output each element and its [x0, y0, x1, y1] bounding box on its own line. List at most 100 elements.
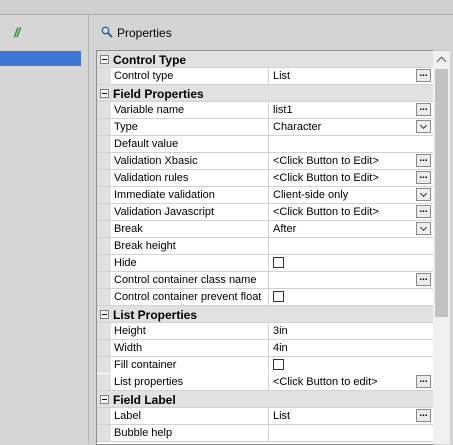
- collapse-toggle-icon[interactable]: [100, 395, 109, 404]
- property-row-height[interactable]: Height 3in: [97, 323, 433, 340]
- row-gutter: [97, 102, 111, 118]
- property-row-default-value[interactable]: Default value: [97, 136, 433, 153]
- row-gutter: [97, 153, 111, 169]
- property-row-label[interactable]: Label List...: [97, 408, 433, 425]
- property-value[interactable]: List: [269, 408, 433, 424]
- property-name: Height: [111, 323, 269, 339]
- row-gutter: [97, 425, 111, 441]
- category-label: Field Properties: [113, 87, 204, 101]
- property-row-hide[interactable]: Hide: [97, 255, 433, 272]
- row-gutter: [97, 68, 111, 84]
- collapse-toggle-icon[interactable]: [100, 310, 109, 319]
- scroll-up-arrow-icon[interactable]: [433, 51, 450, 67]
- property-row-fill-container[interactable]: Fill container: [97, 357, 433, 374]
- vertical-scrollbar[interactable]: [433, 50, 450, 444]
- property-value[interactable]: [269, 357, 433, 373]
- property-value[interactable]: Client-side only: [269, 187, 433, 203]
- row-gutter: [97, 340, 111, 356]
- property-name: Validation Xbasic: [111, 153, 269, 169]
- checkbox[interactable]: [273, 291, 284, 302]
- scrollbar-thumb[interactable]: [435, 69, 448, 317]
- property-value[interactable]: <Click Button to Edit>: [269, 204, 433, 220]
- property-name: Type: [111, 119, 269, 135]
- ellipsis-button-icon[interactable]: ...: [416, 171, 431, 184]
- category-control-type[interactable]: Control Type: [97, 51, 433, 68]
- properties-title: Properties: [117, 26, 172, 40]
- property-value[interactable]: list1: [269, 102, 433, 118]
- property-value[interactable]: Character: [269, 119, 433, 135]
- left-panel: //: [0, 15, 89, 443]
- category-field-label[interactable]: Field Label: [97, 391, 433, 408]
- property-value[interactable]: [269, 238, 433, 254]
- property-row-validation-xbasic[interactable]: Validation Xbasic <Click Button to Edit>.…: [97, 153, 433, 170]
- property-row-control-type[interactable]: Control type List...: [97, 68, 433, 85]
- collapse-toggle-icon[interactable]: [100, 89, 109, 98]
- property-row-list-properties[interactable]: List properties <Click Button to edit>...: [97, 373, 433, 392]
- ellipsis-button-icon[interactable]: ...: [416, 154, 431, 167]
- row-gutter: [97, 187, 111, 203]
- row-gutter: [97, 255, 111, 271]
- property-row-control-container-prevent-float[interactable]: Control container prevent float: [97, 289, 433, 306]
- category-field-properties[interactable]: Field Properties: [97, 85, 433, 102]
- property-value[interactable]: <Click Button to Edit>: [269, 170, 433, 186]
- property-value[interactable]: 3in: [269, 323, 433, 339]
- property-row-validation-javascript[interactable]: Validation Javascript <Click Button to Ed…: [97, 204, 433, 221]
- property-name: Bubble help: [111, 425, 269, 441]
- property-value[interactable]: [269, 255, 433, 271]
- collapse-toggle-icon[interactable]: [100, 55, 109, 64]
- property-name: Label: [111, 408, 269, 424]
- property-value[interactable]: [269, 425, 433, 441]
- property-row-variable-name[interactable]: Variable name list1...: [97, 102, 433, 119]
- properties-panel: Properties Control Type Control type List.…: [90, 15, 453, 445]
- selected-list-item[interactable]: [0, 51, 81, 66]
- property-name: Break: [111, 221, 269, 237]
- property-name: Break height: [111, 238, 269, 254]
- property-row-validation-rules[interactable]: Validation rules <Click Button to Edit>..…: [97, 170, 433, 187]
- property-value[interactable]: [269, 136, 433, 152]
- magnifier-icon: [101, 26, 113, 38]
- ellipsis-button-icon[interactable]: ...: [416, 375, 431, 388]
- property-row-break[interactable]: Break After: [97, 221, 433, 238]
- row-gutter: [97, 272, 111, 288]
- property-row-control-container-class-name[interactable]: Control container class name...: [97, 272, 433, 289]
- row-gutter: [97, 238, 111, 254]
- property-name: Width: [111, 340, 269, 356]
- row-gutter: [97, 119, 111, 135]
- category-label: Control Type: [113, 53, 187, 67]
- property-value[interactable]: [269, 289, 433, 305]
- property-row-width[interactable]: Width 4in: [97, 340, 433, 357]
- property-value[interactable]: After: [269, 221, 433, 237]
- property-name: List properties: [111, 374, 269, 390]
- row-gutter: [97, 408, 111, 424]
- category-label: List Properties: [113, 308, 198, 322]
- property-value[interactable]: 4in: [269, 340, 433, 356]
- property-value[interactable]: List: [269, 68, 433, 84]
- property-row-type[interactable]: Type Character: [97, 119, 433, 136]
- ellipsis-button-icon[interactable]: ...: [416, 103, 431, 116]
- dropdown-chevron-icon[interactable]: [416, 188, 431, 201]
- property-value[interactable]: <Click Button to Edit>: [269, 153, 433, 169]
- row-gutter: [97, 374, 111, 390]
- property-value[interactable]: <Click Button to edit>: [269, 374, 433, 390]
- ellipsis-button-icon[interactable]: ...: [416, 409, 431, 422]
- row-gutter: [97, 357, 111, 373]
- window-top-strip: [0, 0, 453, 15]
- property-name: Hide: [111, 255, 269, 271]
- property-row-bubble-help[interactable]: Bubble help: [97, 425, 433, 442]
- property-grid: Control Type Control type List... Field Pro…: [96, 50, 434, 445]
- ellipsis-button-icon[interactable]: ...: [416, 205, 431, 218]
- ellipsis-button-icon[interactable]: ...: [416, 273, 431, 286]
- dropdown-chevron-icon[interactable]: [416, 222, 431, 235]
- property-row-break-height[interactable]: Break height: [97, 238, 433, 255]
- dropdown-chevron-icon[interactable]: [416, 120, 431, 133]
- property-name: Immediate validation: [111, 187, 269, 203]
- checkbox[interactable]: [273, 257, 284, 268]
- category-list-properties[interactable]: List Properties: [97, 306, 433, 323]
- property-name: Control container prevent float: [111, 289, 269, 305]
- row-gutter: [97, 170, 111, 186]
- property-value[interactable]: [269, 272, 433, 288]
- checkbox[interactable]: [273, 359, 284, 370]
- ellipsis-button-icon[interactable]: ...: [416, 69, 431, 82]
- slash-icon[interactable]: //: [14, 25, 20, 40]
- property-row-immediate-validation[interactable]: Immediate validation Client-side only: [97, 187, 433, 204]
